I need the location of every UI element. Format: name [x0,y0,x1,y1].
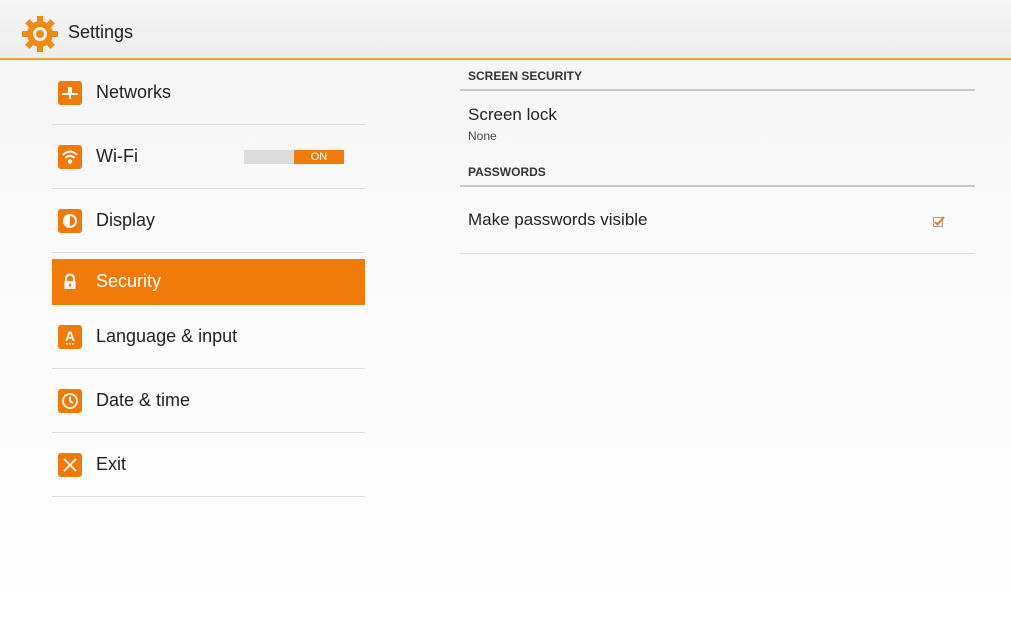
network-plug-icon [58,80,82,105]
wifi-toggle[interactable]: ON [244,149,344,164]
screen-lock-summary: None [468,129,497,143]
clock-icon [58,388,82,413]
menu-item-date-time[interactable]: Date & time [52,369,365,433]
menu-item-label: Exit [96,454,127,474]
settings-gear-icon[interactable] [20,14,60,54]
wifi-icon [58,144,82,169]
menu-item-exit[interactable]: Exit [52,433,365,497]
make-passwords-visible-preference[interactable]: Make passwords visible [460,187,975,254]
menu-item-security[interactable]: Security [52,259,365,305]
section-header-screen-security: SCREEN SECURITY [460,61,975,91]
screen-lock-title: Screen lock [468,105,557,124]
display-brightness-icon [58,208,82,233]
menu-item-label: Networks [96,82,172,102]
app-title: Settings [68,22,134,42]
menu-item-networks[interactable]: Networks [52,61,365,125]
menu-item-label: Security [96,271,162,291]
title-bar: Settings [0,0,1011,60]
menu-item-language[interactable]: A Language & input [52,305,365,369]
make-passwords-visible-title: Make passwords visible [468,210,648,229]
menu-item-label: Wi-Fi [96,146,138,166]
security-pane: SCREEN SECURITY Screen lock None PASSWOR… [460,61,975,254]
checkbox-checked-icon[interactable] [933,216,945,228]
menu-item-display[interactable]: Display [52,189,365,253]
screen-lock-preference[interactable]: Screen lock None [460,91,975,157]
lock-icon [58,270,82,294]
exit-x-icon [58,452,82,477]
svg-text:A: A [65,328,75,344]
language-a-icon: A [58,324,82,349]
menu-item-label: Language & input [96,326,238,346]
menu-item-wifi[interactable]: Wi-Fi ON [52,125,365,189]
menu-item-label: Display [96,210,156,230]
section-header-passwords: PASSWORDS [460,157,975,187]
toggle-on-label: ON [294,149,344,164]
menu-item-label: Date & time [96,390,191,410]
settings-menu: Networks Wi-Fi ON Display Security A Lan… [52,61,365,497]
